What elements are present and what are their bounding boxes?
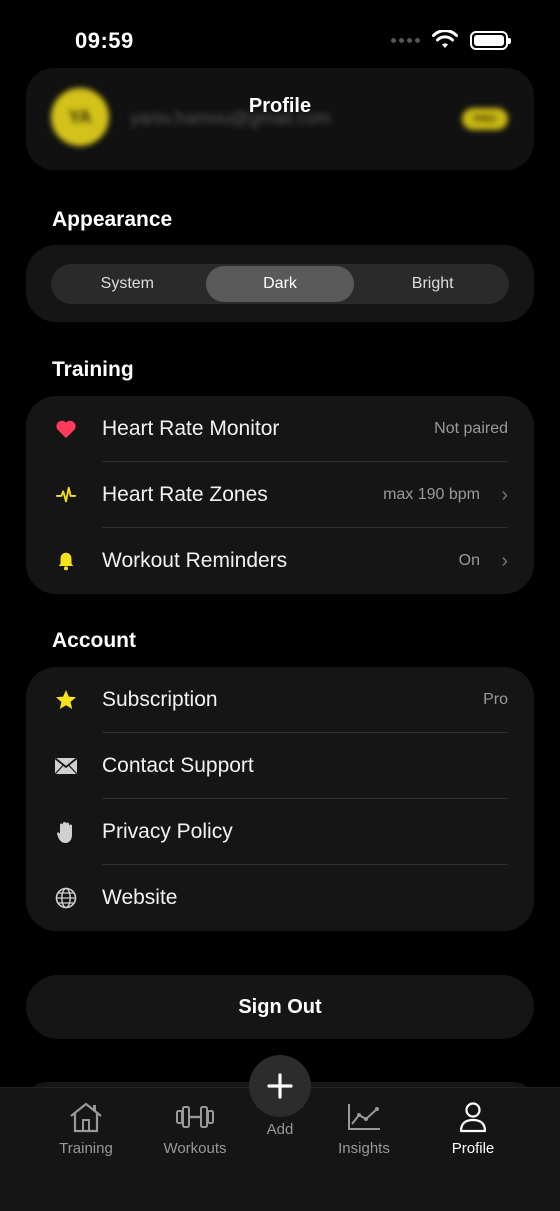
row-label: Workout Reminders bbox=[102, 549, 288, 572]
contact-support-row[interactable]: Contact Support bbox=[26, 733, 534, 799]
heart-rate-monitor-row[interactable]: Heart Rate Monitor Not paired bbox=[26, 396, 534, 462]
appearance-option-bright[interactable]: Bright bbox=[358, 266, 507, 302]
appearance-card: System Dark Bright bbox=[26, 245, 534, 322]
tab-label: Workouts bbox=[163, 1140, 227, 1157]
row-value: On bbox=[458, 552, 480, 569]
row-label: Subscription bbox=[102, 688, 218, 711]
tab-label: Training bbox=[59, 1140, 113, 1157]
add-button[interactable] bbox=[249, 1055, 311, 1117]
plus-icon bbox=[267, 1073, 293, 1099]
workout-reminders-row[interactable]: Workout Reminders On › bbox=[26, 528, 534, 594]
appearance-segmented-control: System Dark Bright bbox=[51, 264, 509, 304]
pulse-icon bbox=[52, 481, 80, 509]
tab-insights[interactable]: Insights bbox=[319, 1100, 409, 1157]
row-value: max 190 bpm bbox=[383, 486, 480, 503]
tab-profile[interactable]: Profile bbox=[428, 1100, 518, 1157]
status-time: 09:59 bbox=[75, 28, 134, 53]
house-icon bbox=[66, 1100, 106, 1134]
privacy-policy-row[interactable]: Privacy Policy bbox=[26, 799, 534, 865]
cellular-signal-icon bbox=[391, 37, 420, 43]
globe-icon bbox=[52, 884, 80, 912]
hand-icon bbox=[52, 818, 80, 846]
account-card: Subscription Pro Contact Support Privacy… bbox=[26, 667, 534, 931]
training-section-title: Training bbox=[52, 358, 134, 381]
tab-workouts[interactable]: Workouts bbox=[150, 1100, 240, 1157]
row-label: Privacy Policy bbox=[102, 820, 233, 843]
envelope-icon bbox=[52, 752, 80, 780]
tab-training[interactable]: Training bbox=[41, 1100, 131, 1157]
bell-icon bbox=[52, 547, 80, 575]
add-label: Add bbox=[266, 1121, 294, 1138]
sign-out-button[interactable]: Sign Out bbox=[26, 975, 534, 1039]
row-value: Pro bbox=[483, 691, 508, 708]
wifi-icon bbox=[432, 30, 458, 48]
appearance-option-dark[interactable]: Dark bbox=[205, 266, 355, 302]
page-title: Profile bbox=[248, 95, 312, 117]
training-card: Heart Rate Monitor Not paired Heart Rate… bbox=[26, 396, 534, 594]
heart-icon bbox=[52, 415, 80, 443]
tab-label: Insights bbox=[338, 1140, 390, 1157]
row-label: Heart Rate Monitor bbox=[102, 417, 280, 440]
chevron-right-icon: › bbox=[501, 483, 508, 506]
heart-rate-zones-row[interactable]: Heart Rate Zones max 190 bpm › bbox=[26, 462, 534, 528]
website-row[interactable]: Website bbox=[26, 865, 534, 931]
person-icon bbox=[453, 1100, 493, 1134]
row-label: Contact Support bbox=[102, 754, 254, 777]
appearance-section-title: Appearance bbox=[52, 208, 173, 231]
subscription-row[interactable]: Subscription Pro bbox=[26, 667, 534, 733]
status-icons bbox=[391, 30, 511, 50]
row-label: Website bbox=[102, 886, 178, 909]
star-icon bbox=[52, 686, 80, 714]
row-value: Not paired bbox=[434, 420, 508, 437]
profile-card[interactable]: YA yaniv.hamou@gmail.com PRO bbox=[26, 68, 534, 170]
account-section-title: Account bbox=[52, 629, 136, 652]
chart-icon bbox=[344, 1100, 384, 1134]
tab-label: Profile bbox=[451, 1140, 495, 1157]
row-label: Heart Rate Zones bbox=[102, 483, 268, 506]
appearance-option-system[interactable]: System bbox=[53, 266, 202, 302]
chevron-right-icon: › bbox=[501, 549, 508, 572]
dumbbell-icon bbox=[175, 1100, 215, 1134]
battery-icon bbox=[470, 30, 511, 50]
